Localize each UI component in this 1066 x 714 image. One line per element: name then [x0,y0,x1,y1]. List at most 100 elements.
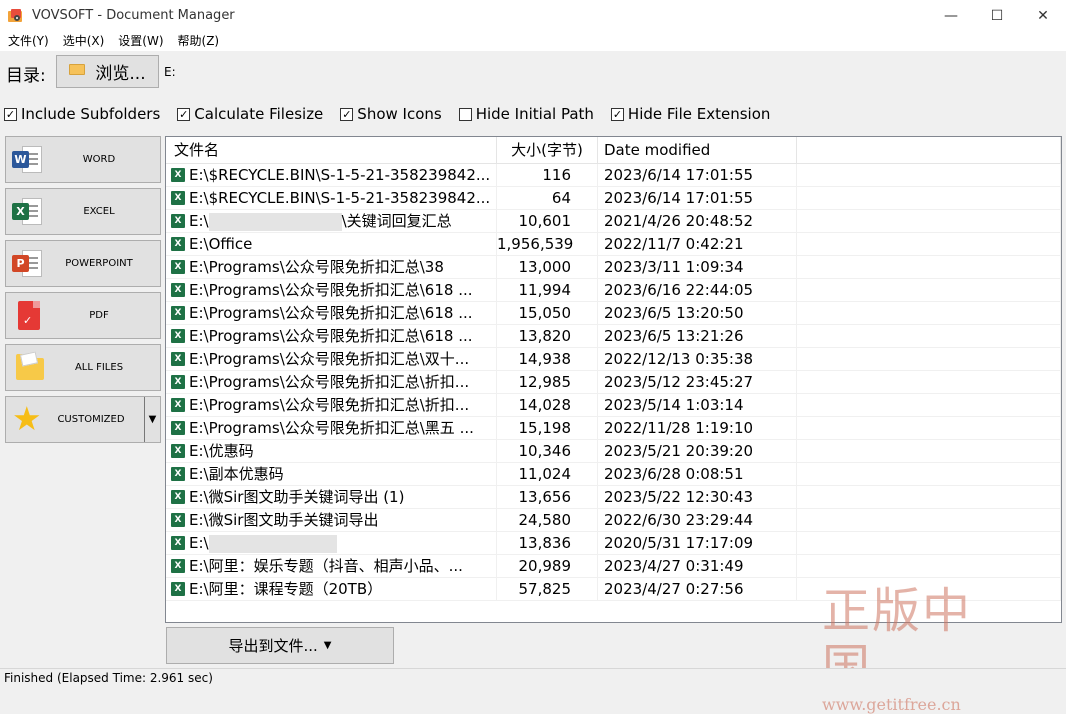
empty-cell [797,325,1061,347]
minimize-button[interactable]: — [928,0,974,31]
excel-button[interactable]: X EXCEL [5,188,161,235]
show-icons-checkbox[interactable]: ✓ Show Icons [340,105,442,123]
excel-file-icon: X [171,490,185,504]
table-row[interactable]: X E:\$RECYCLE.BIN\S-1-5-21-358239842... 64… [166,187,1061,210]
excel-file-icon: X [171,582,185,596]
close-button[interactable]: ✕ [1020,0,1066,31]
file-name-text: E:\Programs\公众号限免折扣汇总\38 [189,258,444,276]
file-name-cell: X E:\阿里：娱乐专题（抖音、相声小品、... [166,555,497,577]
file-name-cell: X E:\ \关键词回复汇总 [166,210,497,232]
table-row[interactable]: X E:\Office 1,956,539 2022/11/7 0:42:21 [166,233,1061,256]
excel-file-icon: X [171,513,185,527]
file-name-cell: X E:\Programs\公众号限免折扣汇总\双十... [166,348,497,370]
excel-file-icon: X [171,168,185,182]
empty-cell [797,555,1061,577]
title-bar: VOVSOFT - Document Manager — ☐ ✕ [0,0,1066,31]
table-row[interactable]: X E:\优惠码 10,346 2023/5/21 20:39:20 [166,440,1061,463]
file-size-cell: 116 [497,164,598,186]
table-row[interactable]: X E:\ \关键词回复汇总 10,601 2021/4/26 20:48:52 [166,210,1061,233]
table-row[interactable]: X E:\Programs\公众号限免折扣汇总\折扣... 14,028 2023/5… [166,394,1061,417]
file-list[interactable]: 文件名 大小(字节) Date modified X E:\$RECYCLE.BI… [165,136,1062,623]
table-row[interactable]: X E:\微Sir图文助手关键词导出 24,580 2022/6/30 23:29:4… [166,509,1061,532]
table-row[interactable]: X E:\Programs\公众号限免折扣汇总\折扣... 12,985 2023/5… [166,371,1061,394]
calculate-filesize-checkbox[interactable]: ✓ Calculate Filesize [177,105,323,123]
excel-file-icon: X [171,559,185,573]
checkbox-box[interactable]: ✓ [610,107,624,121]
file-name-prefix: E:\ [189,212,209,230]
empty-cell [797,371,1061,393]
table-row[interactable]: X E:\Programs\公众号限免折扣汇总\38 13,000 2023/3/11… [166,256,1061,279]
empty-cell [797,463,1061,485]
column-header-name[interactable]: 文件名 [166,137,497,163]
file-name-text: E:\Programs\公众号限免折扣汇总\618 ... [189,327,473,345]
menu-select[interactable]: 选中(X) [57,31,111,51]
all-files-label: ALL FILES [74,362,124,373]
file-size-cell: 57,825 [497,578,598,600]
browse-button[interactable]: 浏览... [56,55,159,88]
excel-file-icon: X [171,375,185,389]
file-name-suffix: \关键词回复汇总 [341,212,452,230]
excel-file-icon: X [171,237,185,251]
table-row[interactable]: X E:\副本优惠码 11,024 2023/6/28 0:08:51 [166,463,1061,486]
file-date-cell: 2023/5/21 20:39:20 [598,440,797,462]
menu-settings[interactable]: 设置(W) [112,31,169,51]
file-date-cell: 2023/5/14 1:03:14 [598,394,797,416]
table-row[interactable]: X E:\Programs\公众号限免折扣汇总\618 ... 15,050 2023… [166,302,1061,325]
table-row[interactable]: X E:\Programs\公众号限免折扣汇总\黑五 ... 15,198 2022/… [166,417,1061,440]
file-size-cell: 24,580 [497,509,598,531]
file-date-cell: 2023/4/27 0:27:56 [598,578,797,600]
table-row[interactable]: X E:\$RECYCLE.BIN\S-1-5-21-358239842... 11… [166,164,1061,187]
table-row[interactable]: X E:\Programs\公众号限免折扣汇总\618 ... 13,820 2023… [166,325,1061,348]
file-date-cell: 2021/4/26 20:48:52 [598,210,797,232]
column-header-date[interactable]: Date modified [598,137,797,163]
include-subfolders-checkbox[interactable]: ✓ Include Subfolders [4,105,160,123]
menu-file[interactable]: 文件(Y) [2,31,55,51]
file-name-cell: X E:\微Sir图文助手关键词导出 [166,509,497,531]
window-title: VOVSOFT - Document Manager [32,8,235,23]
maximize-button[interactable]: ☐ [974,0,1020,31]
hide-initial-path-checkbox[interactable]: Hide Initial Path [458,105,594,123]
powerpoint-button[interactable]: P POWERPOINT [5,240,161,287]
column-header-size[interactable]: 大小(字节) [497,137,598,163]
file-name-text: E:\Programs\公众号限免折扣汇总\黑五 ... [189,419,474,437]
file-name-text: E:\副本优惠码 [189,465,284,483]
file-name-text: E:\Programs\公众号限免折扣汇总\618 ... [189,281,473,299]
word-button[interactable]: W WORD [5,136,161,183]
customized-button[interactable]: ★ CUSTOMIZED ▼ [5,396,161,443]
file-name-cell: X E:\ [166,532,497,554]
redacted-block [208,212,342,231]
file-date-cell: 2022/11/28 1:19:10 [598,417,797,439]
directory-path: E: [164,65,176,79]
table-row[interactable]: X E:\ 13,836 2020/5/31 17:17:09 [166,532,1061,555]
checkbox-box[interactable]: ✓ [340,107,354,121]
file-name-cell: X E:\Programs\公众号限免折扣汇总\618 ... [166,325,497,347]
options-row: ✓ Include Subfolders ✓ Calculate Filesiz… [4,104,787,124]
empty-cell [797,509,1061,531]
pdf-label: PDF [89,310,109,321]
empty-cell [797,233,1061,255]
checkbox-box[interactable]: ✓ [177,107,191,121]
table-row[interactable]: X E:\Programs\公众号限免折扣汇总\双十... 14,938 2022/1… [166,348,1061,371]
table-row[interactable]: X E:\微Sir图文助手关键词导出 (1) 13,656 2023/5/22 12:… [166,486,1061,509]
list-body: X E:\$RECYCLE.BIN\S-1-5-21-358239842... 11… [166,164,1061,601]
file-type-sidebar: W WORD X EXCEL P POWERPOINT ✓ PDF ALL FI… [5,136,161,448]
file-name-text: E:\$RECYCLE.BIN\S-1-5-21-358239842... [189,166,491,184]
table-row[interactable]: X E:\阿里：娱乐专题（抖音、相声小品、... 20,989 2023/4/27 0… [166,555,1061,578]
file-name-cell: X E:\副本优惠码 [166,463,497,485]
table-row[interactable]: X E:\Programs\公众号限免折扣汇总\618 ... 11,994 2023… [166,279,1061,302]
checkbox-label: Show Icons [357,105,442,123]
all-files-button[interactable]: ALL FILES [5,344,161,391]
file-size-cell: 12,985 [497,371,598,393]
menu-help[interactable]: 帮助(Z) [172,31,226,51]
excel-file-icon: X [171,283,185,297]
pdf-button[interactable]: ✓ PDF [5,292,161,339]
empty-cell [797,348,1061,370]
customized-dropdown[interactable]: ▼ [144,397,160,442]
word-icon: W [12,144,44,176]
checkbox-box[interactable] [458,107,472,121]
file-size-cell: 15,050 [497,302,598,324]
export-button[interactable]: 导出到文件... ▼ [166,627,394,664]
app-icon [8,8,24,24]
checkbox-box[interactable]: ✓ [4,107,17,121]
hide-file-extension-checkbox[interactable]: ✓ Hide File Extension [610,105,770,123]
